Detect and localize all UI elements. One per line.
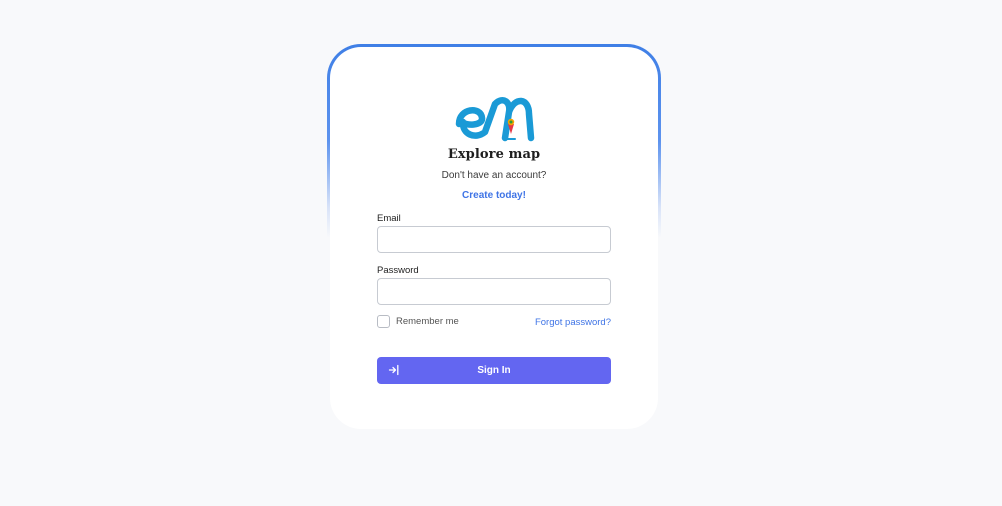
brand-name: Explore map [447, 147, 541, 162]
password-field[interactable] [377, 278, 611, 305]
explore-map-logo [455, 97, 535, 142]
password-label: Password [377, 265, 419, 276]
remember-me: Remember me [377, 315, 459, 328]
email-label: Email [377, 213, 401, 224]
login-card: Explore map Don't have an account? Creat… [330, 47, 658, 429]
remember-me-label: Remember me [396, 316, 459, 327]
forgot-password-link[interactable]: Forgot password? [535, 317, 611, 328]
remember-me-checkbox[interactable] [377, 315, 390, 328]
login-card-border: Explore map Don't have an account? Creat… [327, 44, 661, 432]
create-account-link[interactable]: Create today! [330, 190, 658, 201]
sign-in-button[interactable]: Sign In [377, 357, 611, 384]
login-page: Explore map Don't have an account? Creat… [0, 0, 1002, 506]
sign-in-label: Sign In [477, 365, 511, 376]
signup-question: Don't have an account? [441, 170, 547, 181]
email-field[interactable] [377, 226, 611, 253]
